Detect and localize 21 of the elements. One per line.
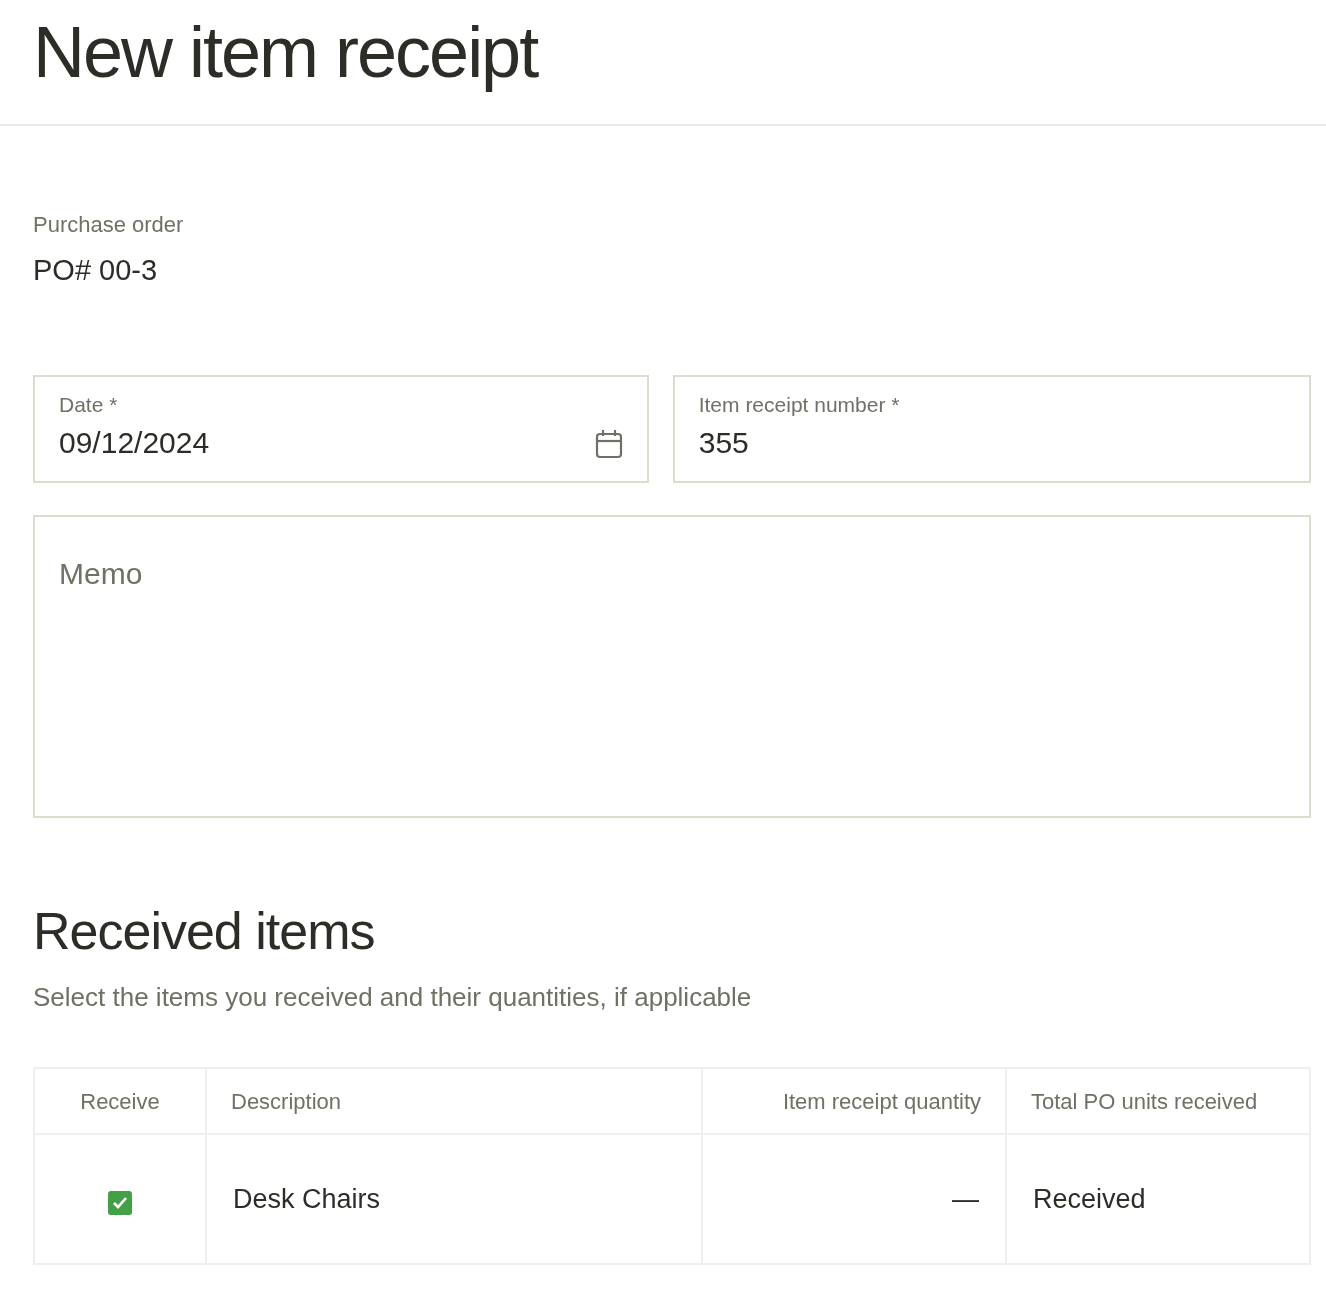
field-value: 09/12/2024 bbox=[59, 425, 211, 461]
status-cell: Received bbox=[1006, 1134, 1310, 1265]
purchase-order-label: Purchase order bbox=[33, 211, 185, 239]
section-subtitle: Select the items you received and their quantities, if applicable bbox=[33, 981, 753, 1015]
calendar-icon[interactable] bbox=[594, 429, 623, 459]
column-header: Total PO units received bbox=[1006, 1068, 1310, 1135]
checkmark-icon bbox=[112, 1196, 128, 1211]
column-header: Receive bbox=[34, 1068, 206, 1135]
checkbox[interactable] bbox=[108, 1191, 132, 1216]
input-field[interactable]: Date * 09/12/2024 bbox=[33, 374, 649, 483]
purchase-order-value: PO# 00-3 bbox=[33, 253, 159, 288]
field-value: 355 bbox=[698, 425, 750, 461]
input-field[interactable]: Item receipt number * 355 bbox=[672, 374, 1311, 483]
description-cell: Desk Chairs bbox=[206, 1134, 702, 1265]
memo-field[interactable]: Memo bbox=[33, 515, 1311, 818]
quantity-cell: — bbox=[702, 1134, 1006, 1265]
column-header: Description bbox=[206, 1068, 702, 1135]
field-label: Date * bbox=[59, 391, 119, 418]
field-label: Item receipt number * bbox=[698, 391, 901, 418]
section-title: Received items bbox=[33, 901, 376, 962]
column-header: Item receipt quantity bbox=[702, 1068, 1006, 1135]
